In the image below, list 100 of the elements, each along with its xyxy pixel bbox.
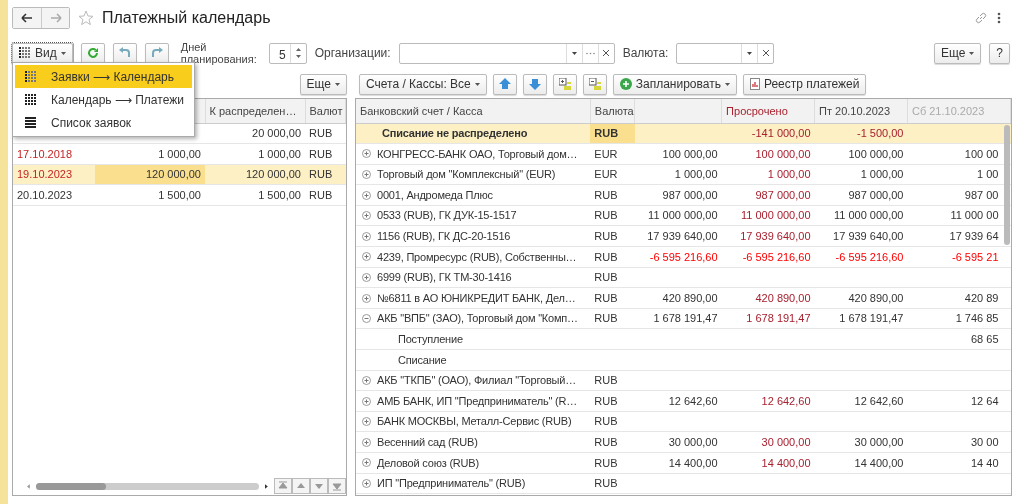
menu-item[interactable]: Календарь ⟶ Платежи — [15, 88, 192, 111]
amount-cell: 17 939 640,00 — [647, 230, 718, 242]
move-down-button[interactable] — [522, 73, 547, 95]
organizations-label: Организации: — [314, 45, 391, 62]
amount-cell: 30 000,00 — [668, 435, 718, 448]
registry-button[interactable]: Реестр платежей — [742, 73, 867, 95]
organizations-field[interactable] — [398, 42, 615, 64]
expand-icon[interactable] — [362, 272, 371, 282]
currency-cell: RUB — [594, 291, 618, 304]
amount-cell: 100 000,00 — [755, 147, 811, 160]
table-row[interactable]: Поступление 68 65 — [356, 328, 1011, 350]
link-icon[interactable] — [974, 11, 988, 25]
account-name: №6811 в АО ЮНИКРЕДИТ БАНК, Дел… — [377, 290, 576, 306]
refresh-button[interactable] — [80, 42, 105, 64]
back-button[interactable] — [13, 8, 41, 28]
table-row[interactable]: АМБ БАНК, ИП "Предприниматель" (R… RUB 12 642,60 12 642,60 12 642,60 12 64 — [356, 390, 1011, 412]
table-row[interactable]: 20.10.2023 1 500,00 1 500,00 RUB — [13, 184, 346, 206]
expand-button[interactable] — [552, 73, 577, 95]
expand-icon[interactable] — [362, 149, 371, 159]
expand-icon[interactable] — [362, 190, 371, 200]
account-name: Списание не распределено — [382, 126, 528, 142]
down-button[interactable] — [310, 478, 328, 494]
expand-icon[interactable] — [362, 170, 371, 179]
table-row[interactable]: 17.10.2018 1 000,00 1 000,00 RUB — [13, 143, 346, 165]
up-arrow-icon — [296, 481, 306, 491]
horizontal-scrollbar[interactable] — [35, 482, 260, 490]
expand-icon[interactable] — [362, 396, 371, 406]
amount-cell: 11 000 00 — [950, 209, 999, 222]
expand-icon[interactable] — [362, 293, 371, 303]
collapse-icon[interactable] — [362, 314, 371, 324]
amount-cell: 12 642,60 — [854, 394, 904, 407]
vertical-scrollbar[interactable] — [1004, 125, 1010, 245]
plan-button[interactable]: Запланировать — [612, 73, 737, 95]
star-icon[interactable] — [78, 10, 94, 26]
column-header[interactable]: Валют — [305, 99, 346, 123]
currency-cell: RUB — [309, 147, 333, 160]
forward-arrow-icon — [49, 13, 62, 23]
amount-cell: 14 400,00 — [668, 456, 718, 469]
table-row[interactable]: БАНК МОСКВЫ, Металл-Сервис (RUB) RUB — [356, 411, 1011, 432]
expand-icon[interactable] — [362, 231, 371, 241]
table-row[interactable]: 19.10.2023 120 000,00 120 000,00 RUB — [13, 164, 346, 185]
grid-icon — [25, 93, 37, 106]
first-arrow-icon — [278, 481, 288, 491]
currency-cell: RUB — [594, 250, 618, 263]
window-title: Платежный календарь — [102, 8, 271, 28]
amount-cell: 100 00 — [964, 147, 999, 160]
table-row[interactable]: Списание — [356, 349, 1011, 371]
currency-field[interactable] — [676, 42, 775, 64]
amount-cell: 30 00 — [970, 435, 999, 448]
days-spin-field[interactable]: 5 — [268, 42, 307, 64]
expand-icon[interactable] — [362, 437, 371, 447]
expand-icon[interactable] — [362, 478, 371, 488]
amount-cell: 17 939 640,00 — [740, 230, 811, 242]
first-button[interactable] — [274, 478, 292, 494]
help-button[interactable]: ? — [989, 42, 1010, 64]
table-row[interactable]: 4239, Промресурс (RUB), Собственны… RUB -6 595 216,60 -6 595 216,60 -6 595 216,60 -6 595 21 — [356, 246, 1011, 268]
dropdown-icon — [571, 51, 577, 55]
amount-cell: -6 595 21 — [952, 250, 999, 263]
more-menu-icon[interactable] — [996, 11, 1002, 25]
down-arrow-icon — [314, 481, 324, 491]
expand-icon[interactable] — [362, 417, 371, 427]
plus-circle-icon — [619, 78, 632, 90]
table-row[interactable]: АКБ "ТКПБ" (ОАО), Филиал "Торговый… RUB — [356, 370, 1011, 391]
collapse-button[interactable] — [582, 73, 607, 95]
down-arrow-icon — [528, 78, 541, 90]
account-name: 0001, Андромеда Плюс — [377, 187, 493, 203]
accounts-filter-button[interactable]: Счета / Кассы: Все — [359, 73, 487, 95]
currency-label: Валюта: — [622, 45, 669, 62]
last-button[interactable] — [328, 478, 346, 494]
redo-button[interactable] — [144, 42, 169, 64]
expand-icon[interactable] — [362, 375, 371, 385]
more-button[interactable]: Еще — [933, 42, 982, 64]
menu-item[interactable]: Заявки ⟶ Календарь — [15, 65, 192, 88]
column-header[interactable]: К распределен… — [205, 99, 305, 123]
table-row[interactable]: АКБ "ВПБ" (ЗАО), Торговый дом "Комп… RUB 1 678 191,47 1 678 191,47 1 678 191,47 1 746 85 — [356, 308, 1011, 329]
move-up-button[interactable] — [492, 73, 517, 95]
amount-cell: 14 40 — [970, 456, 999, 469]
amount-cell: 987 000,00 — [848, 188, 904, 201]
table-row[interactable]: Списание не распределено RUB -141 000,00 -1 500,00 — [356, 123, 1011, 144]
collapse-tree-icon — [588, 78, 601, 90]
grid-icon — [25, 70, 37, 83]
expand-icon[interactable] — [362, 252, 371, 262]
caret-icon — [969, 51, 975, 55]
currency-cell: RUB — [594, 271, 618, 284]
up-button[interactable] — [292, 478, 310, 494]
more-button[interactable]: Еще — [299, 73, 347, 95]
table-row[interactable]: №6811 в АО ЮНИКРЕДИТ БАНК, Дел… RUB 420 890,00 420 890,00 420 890,00 420 89 — [356, 287, 1011, 309]
expand-icon[interactable] — [362, 211, 371, 221]
amount-cell: 1 500,00 — [158, 188, 201, 201]
clear-icon — [762, 50, 769, 56]
expand-icon[interactable] — [362, 458, 371, 468]
refresh-icon — [86, 47, 99, 59]
undo-button[interactable] — [112, 42, 137, 64]
table-row[interactable]: Деловой союз (RUB) RUB 14 400,00 14 400,00 14 400,00 14 40 — [356, 452, 1011, 474]
table-row[interactable]: Весенний сад (RUB) RUB 30 000,00 30 000,00 30 000,00 30 00 — [356, 431, 1011, 453]
table-row[interactable]: ИП "Предприниматель" (RUB) RUB — [356, 473, 1011, 494]
view-button[interactable]: Вид — [12, 42, 73, 64]
table-row[interactable]: 6999 (RUB), ГК ТМ-30-1416 RUB — [356, 267, 1011, 288]
amount-cell: 1 678 191,47 — [746, 312, 811, 325]
amount-cell: 11 000 000,00 — [648, 209, 718, 222]
